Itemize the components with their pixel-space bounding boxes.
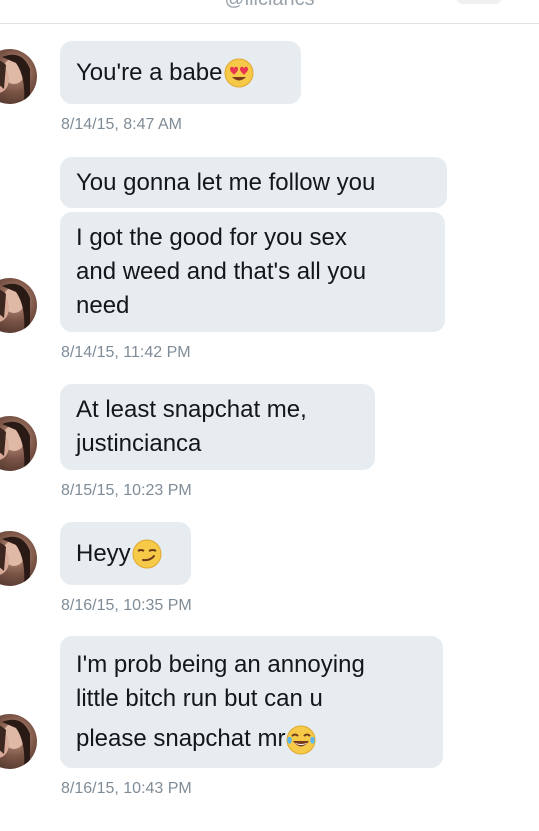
message-line: I got the good for you sex [76,224,347,251]
avatar-photo [0,719,30,769]
message-bubble[interactable]: Heyy [60,522,191,585]
message-timestamp: 8/16/15, 10:35 PM [61,597,192,614]
message-line: need [76,292,130,319]
sender-avatar[interactable] [0,278,37,333]
message-line: justincianca [76,430,202,457]
message-timestamp: 8/14/15, 11:42 PM [61,344,191,361]
message-text: You're a babe [76,58,223,86]
smirk-emoji-icon [132,539,162,569]
message-line: I'm prob being an annoying [76,651,365,678]
sender-avatar[interactable] [0,531,37,586]
message-line: At least snapchat me, [76,396,307,423]
message-timestamp: 8/15/15, 10:23 PM [61,482,192,499]
message-text: Heyy [76,539,131,567]
sender-avatar[interactable] [0,49,37,104]
conversation-header: @iiiciancs [0,0,539,24]
heart-eyes-emoji-icon [224,58,254,88]
sender-avatar[interactable] [0,714,37,769]
message-line: little bitch run but can u [76,685,323,712]
message-bubble[interactable]: You gonna let me follow you [60,157,447,208]
message-text: You gonna let me follow you [76,168,376,196]
tears-of-joy-emoji-icon [286,725,316,755]
avatar-photo [0,421,30,471]
avatar-photo [0,536,30,586]
message-line-with-emoji: please snapchat mr [76,722,316,756]
message-timestamp: 8/14/15, 8:47 AM [61,116,182,133]
header-action[interactable] [457,0,501,4]
avatar-photo [0,283,30,333]
sender-avatar[interactable] [0,416,37,471]
message-bubble[interactable]: I got the good for you sex and weed and … [60,212,445,332]
message-bubble[interactable]: I'm prob being an annoying little bitch … [60,636,443,768]
message-bubble[interactable]: At least snapchat me, justincianca [60,384,375,470]
message-line: and weed and that's all you [76,258,367,285]
message-timestamp: 8/16/15, 10:43 PM [61,780,192,797]
message-bubble[interactable]: You're a babe [60,41,301,104]
message-line: please snapchat mr [76,725,286,752]
avatar-photo [0,54,30,104]
